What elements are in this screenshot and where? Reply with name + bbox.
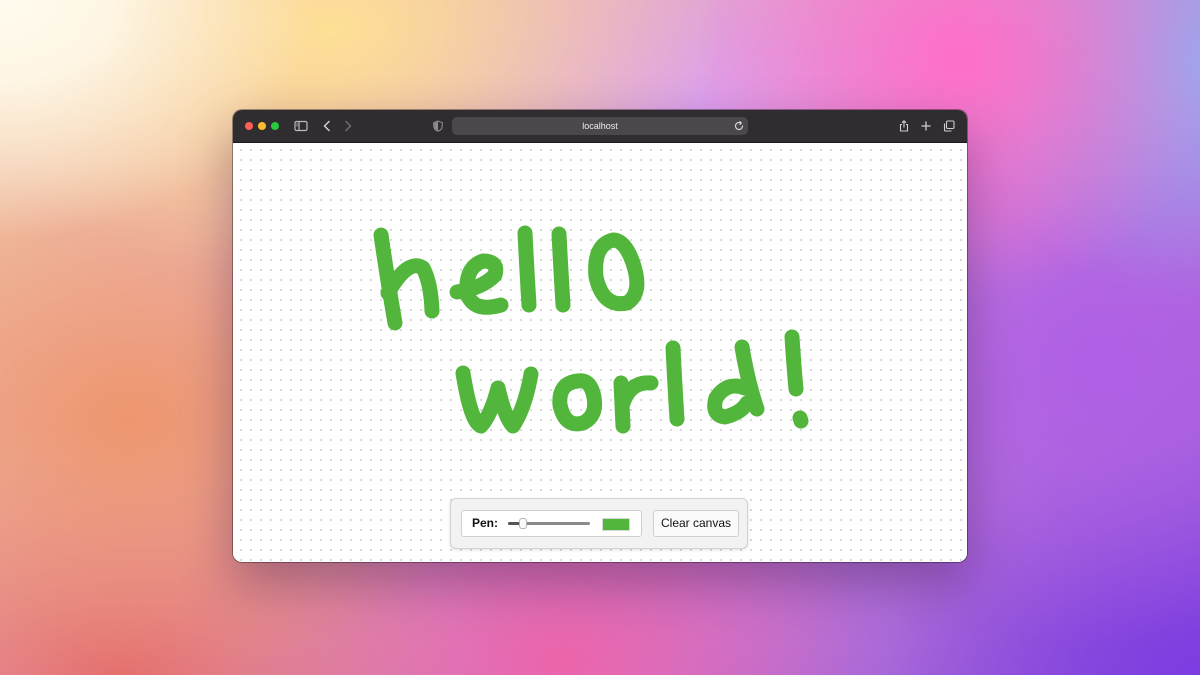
pen-size-slider[interactable]: [508, 517, 590, 531]
pen-settings: Pen:: [461, 510, 642, 537]
stroke-d-bowl: [707, 378, 755, 425]
zoom-window-button[interactable]: [271, 122, 279, 130]
browser-window: localhost Pen: Clear canvas: [233, 110, 967, 562]
clear-canvas-button[interactable]: Clear canvas: [653, 510, 739, 537]
ink-strokes: [373, 225, 809, 434]
desktop: localhost Pen: Clear canvas: [0, 0, 1200, 675]
stroke-l-1: [517, 225, 537, 313]
slider-thumb[interactable]: [519, 518, 527, 529]
stroke-o-2: [552, 373, 603, 432]
stroke-r-hook: [615, 375, 659, 411]
plus-icon[interactable]: [919, 119, 933, 133]
forward-chevron-icon[interactable]: [341, 119, 355, 133]
pen-label: Pen:: [472, 516, 499, 530]
stroke-l-3: [665, 340, 685, 427]
share-icon[interactable]: [897, 119, 911, 133]
address-text: localhost: [582, 121, 618, 131]
stroke-l-2: [551, 226, 571, 313]
close-window-button[interactable]: [245, 122, 253, 130]
drawing-toolbar: Pen: Clear canvas: [450, 498, 748, 549]
tab-overview-icon[interactable]: [942, 119, 956, 133]
stroke-e: [449, 253, 509, 315]
pen-color-picker[interactable]: [602, 518, 630, 531]
stroke-o-1: [588, 232, 645, 312]
stroke-exclaim-dot: [792, 410, 809, 429]
browser-toolbar: localhost: [233, 110, 967, 143]
address-bar[interactable]: localhost: [452, 117, 748, 135]
stroke-exclaim-line: [784, 329, 804, 397]
reload-icon[interactable]: [732, 119, 746, 133]
privacy-shield-icon[interactable]: [431, 119, 445, 133]
drawing-canvas[interactable]: Pen: Clear canvas: [233, 143, 967, 562]
back-chevron-icon[interactable]: [320, 119, 334, 133]
sidebar-toggle-icon[interactable]: [294, 119, 308, 133]
minimize-window-button[interactable]: [258, 122, 266, 130]
stroke-w: [455, 365, 539, 434]
